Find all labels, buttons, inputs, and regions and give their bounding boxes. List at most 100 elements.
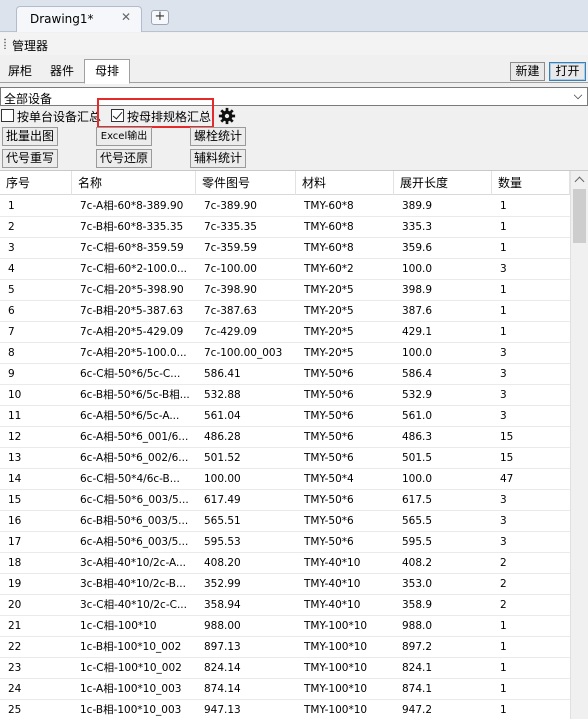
table-row[interactable]: 13 6c-A相-50*6_002/6... 501.52 TMY-50*6 501.5… [0, 448, 570, 469]
table-row[interactable]: 15 6c-C相-50*6_003/5... 617.49 TMY-50*6 617.5… [0, 490, 570, 511]
cell-index: 20 [8, 599, 22, 611]
cell-quantity: 1 [500, 704, 507, 716]
excel-export-button[interactable]: Excel输出 [96, 127, 152, 146]
open-button[interactable]: 打开 [549, 62, 586, 81]
table-row[interactable]: 9 6c-C相-50*6/5c-C... 586.41 TMY-50*6 586.4 3 [0, 364, 570, 385]
code-restore-button[interactable]: 代号还原 [96, 149, 152, 168]
chevron-down-icon [573, 90, 583, 100]
column-header-name[interactable]: 名称 [72, 171, 196, 195]
device-select-value: 全部设备 [4, 92, 53, 106]
cell-name: 6c-A相-50*6_003/5... [80, 536, 189, 548]
aux-stats-button[interactable]: 辅料统计 [190, 149, 246, 168]
column-header-quantity[interactable]: 数量 [492, 171, 570, 195]
cell-index: 21 [8, 620, 22, 632]
cell-material: TMY-50*6 [304, 389, 354, 401]
cell-length: 586.4 [402, 368, 433, 380]
cell-quantity: 15 [500, 431, 514, 443]
cell-length: 874.1 [402, 683, 433, 695]
tab-cabinet[interactable]: 屏柜 [4, 62, 36, 83]
column-header-part-no[interactable]: 零件图号 [196, 171, 296, 195]
table-row[interactable]: 7 7c-A相-20*5-429.09 7c-429.09 TMY-20*5 429.1… [0, 322, 570, 343]
single-device-summary-checkbox[interactable] [1, 109, 14, 122]
cell-index: 14 [8, 473, 22, 485]
cell-name: 6c-C相-50*6/5c-C... [80, 368, 181, 380]
cell-part-no: 947.13 [204, 704, 241, 716]
table-row[interactable]: 1 7c-A相-60*8-389.90 7c-389.90 TMY-60*8 389.9… [0, 196, 570, 217]
cell-quantity: 2 [500, 557, 507, 569]
table-row[interactable]: 25 1c-B相-100*10_003 947.13 TMY-100*10 947.2 1 [0, 700, 570, 719]
table-row[interactable]: 21 1c-C相-100*10 988.00 TMY-100*10 988.0 1 [0, 616, 570, 637]
table-row[interactable]: 8 7c-A相-20*5-100.0... 7c-100.00_003 TMY-20*… [0, 343, 570, 364]
table-row[interactable]: 5 7c-C相-20*5-398.90 7c-398.90 TMY-20*5 398.9… [0, 280, 570, 301]
cell-part-no: 7c-398.90 [204, 284, 257, 296]
cell-name: 6c-B相-50*6/5c-B相... [80, 389, 190, 401]
table-row[interactable]: 20 3c-C相-40*10/2c-C... 358.94 TMY-40*10 358.… [0, 595, 570, 616]
table-row[interactable]: 10 6c-B相-50*6/5c-B相... 532.88 TMY-50*6 532.9… [0, 385, 570, 406]
batch-export-button[interactable]: 批量出图 [2, 127, 58, 146]
table-row[interactable]: 12 6c-A相-50*6_001/6... 486.28 TMY-50*6 486.3… [0, 427, 570, 448]
cell-index: 11 [8, 410, 22, 422]
gear-icon[interactable] [218, 107, 236, 125]
code-rewrite-button[interactable]: 代号重写 [2, 149, 58, 168]
cell-index: 6 [8, 305, 15, 317]
cell-material: TMY-50*6 [304, 431, 354, 443]
table-row[interactable]: 11 6c-A相-50*6/5c-A... 561.04 TMY-50*6 561.0 3 [0, 406, 570, 427]
cell-quantity: 1 [500, 683, 507, 695]
table-row[interactable]: 18 3c-A相-40*10/2c-A... 408.20 TMY-40*10 408.… [0, 553, 570, 574]
tab-drawing1[interactable]: Drawing1* ✕ [16, 6, 142, 32]
cell-length: 100.0 [402, 263, 433, 275]
cell-quantity: 3 [500, 410, 507, 422]
scroll-thumb[interactable] [573, 189, 586, 243]
tab-component[interactable]: 器件 [44, 62, 80, 83]
cell-name: 7c-A相-20*5-429.09 [80, 326, 184, 338]
cell-material: TMY-100*10 [304, 683, 368, 695]
cell-part-no: 352.99 [204, 578, 241, 590]
table-row[interactable]: 17 6c-A相-50*6_003/5... 595.53 TMY-50*6 595.5… [0, 532, 570, 553]
table-row[interactable]: 23 1c-C相-100*10_002 824.14 TMY-100*10 824.1 1 [0, 658, 570, 679]
cell-part-no: 7c-100.00 [204, 263, 257, 275]
vertical-scrollbar[interactable] [570, 171, 588, 719]
column-header-length[interactable]: 展开长度 [394, 171, 492, 195]
cell-length: 897.2 [402, 641, 433, 653]
cell-quantity: 1 [500, 641, 507, 653]
cell-name: 7c-C相-60*2-100.0... [80, 263, 188, 275]
cell-index: 24 [8, 683, 22, 695]
cell-length: 359.6 [402, 242, 433, 254]
cell-length: 501.5 [402, 452, 433, 464]
column-header-material[interactable]: 材料 [296, 171, 394, 195]
grip-icon[interactable] [3, 38, 7, 49]
cell-index: 23 [8, 662, 22, 674]
bolt-stats-button[interactable]: 螺栓统计 [190, 127, 246, 146]
column-header-index[interactable]: 序号 [0, 171, 72, 195]
scroll-up-icon[interactable] [574, 176, 585, 187]
table-row[interactable]: 19 3c-B相-40*10/2c-B... 352.99 TMY-40*10 353.… [0, 574, 570, 595]
new-button[interactable]: 新建 [510, 62, 545, 81]
cell-part-no: 586.41 [204, 368, 241, 380]
cell-name: 1c-C相-100*10 [80, 620, 157, 632]
table-row[interactable]: 2 7c-B相-60*8-335.35 7c-335.35 TMY-60*8 335.3… [0, 217, 570, 238]
cell-part-no: 7c-429.09 [204, 326, 257, 338]
close-icon[interactable]: ✕ [121, 10, 131, 24]
table-row[interactable]: 24 1c-A相-100*10_003 874.14 TMY-100*10 874.1 1 [0, 679, 570, 700]
cell-length: 398.9 [402, 284, 433, 296]
cell-index: 15 [8, 494, 22, 506]
cell-index: 25 [8, 704, 22, 716]
table-row[interactable]: 16 6c-B相-50*6_003/5... 565.51 TMY-50*6 565.5… [0, 511, 570, 532]
cell-quantity: 1 [500, 305, 507, 317]
table-row[interactable]: 4 7c-C相-60*2-100.0... 7c-100.00 TMY-60*2 100… [0, 259, 570, 280]
table-row[interactable]: 22 1c-B相-100*10_002 897.13 TMY-100*10 897.2 1 [0, 637, 570, 658]
device-select[interactable]: 全部设备 [0, 87, 588, 106]
cell-part-no: 874.14 [204, 683, 241, 695]
single-device-summary-option[interactable]: 按单台设备汇总 [1, 108, 101, 124]
cell-material: TMY-40*10 [304, 557, 361, 569]
table-row[interactable]: 14 6c-C相-50*4/6c-B... 100.00 TMY-50*4 100.0 4… [0, 469, 570, 490]
cell-name: 7c-B相-20*5-387.63 [80, 305, 184, 317]
table-row[interactable]: 3 7c-C相-60*8-359.59 7c-359.59 TMY-60*8 359.6… [0, 238, 570, 259]
new-tab-button[interactable]: + [151, 10, 169, 25]
cell-index: 17 [8, 536, 22, 548]
cell-length: 565.5 [402, 515, 433, 527]
cell-material: TMY-20*5 [304, 326, 354, 338]
table-row[interactable]: 6 7c-B相-20*5-387.63 7c-387.63 TMY-20*5 387.6… [0, 301, 570, 322]
tab-busbar[interactable]: 母排 [84, 59, 130, 84]
cell-part-no: 7c-387.63 [204, 305, 257, 317]
